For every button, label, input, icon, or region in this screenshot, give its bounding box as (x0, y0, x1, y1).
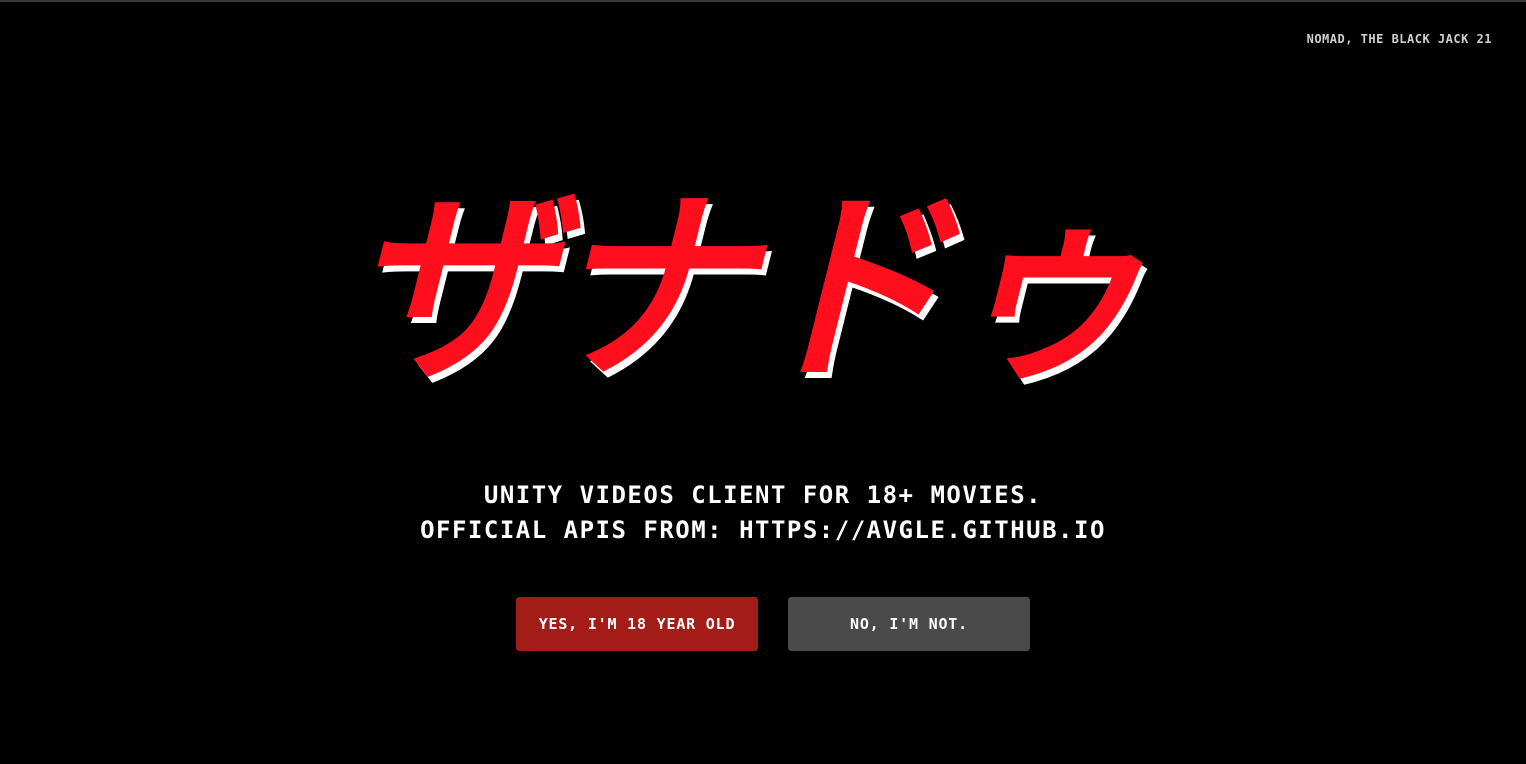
credit-text: NOMAD, THE BLACK JACK 21 (1306, 32, 1492, 46)
tagline-line-2: OFFICIAL APIS FROM: HTTPS://AVGLE.GITHUB… (420, 516, 1106, 544)
age-gate-screen: NOMAD, THE BLACK JACK 21 ザナドゥ UNITY VIDE… (0, 0, 1526, 764)
window-top-border (0, 0, 1526, 2)
confirm-age-button[interactable]: YES, I'M 18 YEAR OLD (516, 597, 758, 651)
tagline: UNITY VIDEOS CLIENT FOR 18+ MOVIES. OFFI… (0, 478, 1526, 548)
tagline-line-1: UNITY VIDEOS CLIENT FOR 18+ MOVIES. (483, 481, 1043, 509)
app-logo: ザナドゥ (335, 171, 1191, 409)
decline-age-button[interactable]: NO, I'M NOT. (788, 597, 1030, 651)
